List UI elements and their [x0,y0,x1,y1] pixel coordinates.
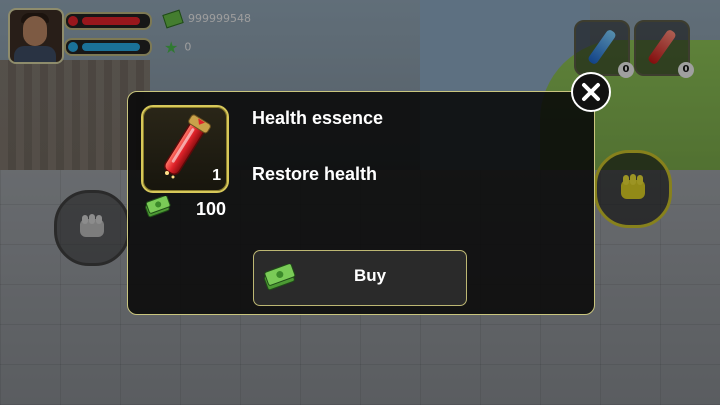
item-price: 100 [196,199,227,219]
shop-item-dialog: 1 100 Health essence Restore health Buy [127,91,595,315]
buy-button[interactable]: Buy [253,250,467,306]
game-scene: 999999548 ★ 0 0 0 1 100 Health essence R… [0,0,720,405]
item-name: Health essence [252,108,384,128]
cash-icon [145,196,171,218]
close-icon [582,83,600,101]
item-description: Restore health [252,164,378,184]
item-count: 1 [212,167,221,184]
item-card: 1 [141,105,229,193]
buy-button-label: Buy [353,266,387,285]
close-button[interactable] [571,72,611,112]
